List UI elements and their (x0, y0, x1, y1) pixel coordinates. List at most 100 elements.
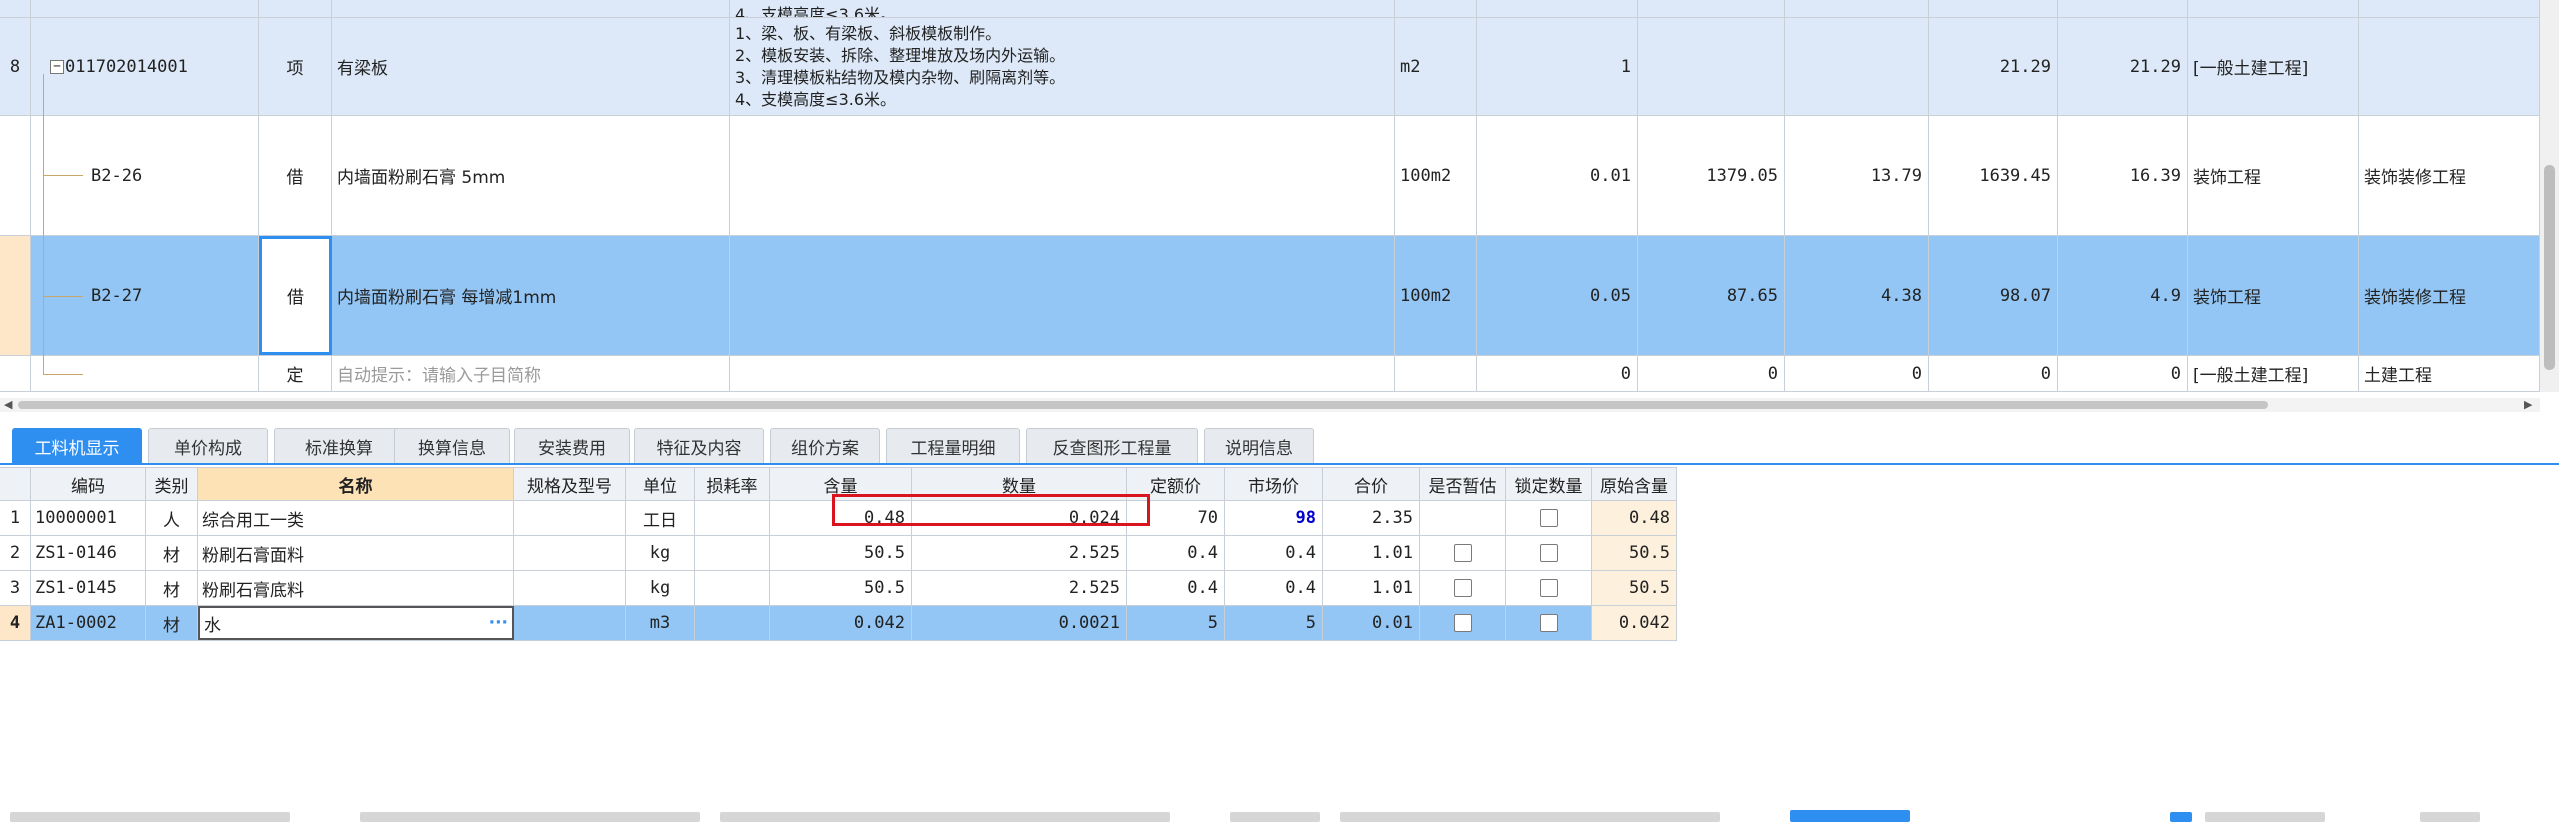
material-name[interactable]: 粉刷石膏底料 (198, 571, 514, 605)
tab-underline (0, 463, 2559, 465)
item-name[interactable]: 内墙面粉刷石膏 5mm (332, 116, 730, 235)
col-header-code[interactable]: 编码 (31, 468, 146, 500)
table-row-selected[interactable]: 4 ZA1-0002 材 水 ··· m3 0.042 0.0021 5 5 0… (0, 606, 1677, 641)
item-description[interactable] (730, 116, 1395, 235)
material-name-editor[interactable]: 水 ··· (198, 606, 514, 640)
tab-labor-material[interactable]: 工料机显示 (12, 428, 142, 464)
material-quantity[interactable]: 2.525 (912, 536, 1127, 570)
lock-quantity-checkbox[interactable] (1539, 509, 1558, 527)
material-quantity[interactable]: 0.0021 (912, 606, 1127, 640)
material-unit: kg (626, 571, 695, 605)
material-market-price[interactable]: 0.4 (1225, 536, 1323, 570)
tab-pricing-scheme[interactable]: 组价方案 (770, 428, 880, 464)
item-description[interactable]: 1、梁、板、有梁板、斜板模板制作。 2、模板安装、拆除、整理堆放及场内外运输。 … (730, 18, 1395, 115)
material-original-content: 50.5 (1592, 571, 1677, 605)
vertical-scrollbar[interactable] (2540, 0, 2559, 392)
item-quantity[interactable]: 0.01 (1477, 116, 1638, 235)
provisional-checkbox[interactable] (1453, 579, 1472, 597)
horizontal-scrollbar-thumb[interactable] (18, 401, 2268, 409)
material-loss[interactable] (695, 606, 770, 640)
item-quantity[interactable]: 0 (1477, 356, 1638, 391)
item-unit-price: 1639.45 (1929, 116, 2058, 235)
tab-quantity-details[interactable]: 工程量明细 (886, 428, 1020, 464)
material-loss[interactable] (695, 536, 770, 570)
material-loss[interactable] (695, 571, 770, 605)
item-category[interactable]: [一般土建工程] (2188, 356, 2359, 391)
item-price: 1379.05 (1638, 116, 1785, 235)
scroll-right-icon[interactable]: ▶ (2524, 398, 2532, 411)
item-major[interactable]: 土建工程 (2359, 356, 2540, 391)
tab-description-info[interactable]: 说明信息 (1204, 428, 1314, 464)
material-market-price[interactable]: 5 (1225, 606, 1323, 640)
tab-unit-price[interactable]: 单价构成 (148, 428, 268, 464)
item-major[interactable] (2359, 18, 2540, 115)
scroll-left-icon[interactable]: ◀ (4, 398, 12, 411)
material-market-price[interactable]: 0.4 (1225, 571, 1323, 605)
material-code[interactable]: ZS1-0146 (31, 536, 146, 570)
col-header-spec[interactable]: 规格及型号 (514, 468, 626, 500)
material-spec[interactable] (514, 606, 626, 640)
item-category[interactable]: 装饰工程 (2188, 116, 2359, 235)
item-major[interactable]: 装饰装修工程 (2359, 236, 2540, 355)
item-description[interactable] (730, 236, 1395, 355)
provisional-checkbox[interactable] (1453, 614, 1472, 632)
col-header-unit[interactable]: 单位 (626, 468, 695, 500)
item-name[interactable]: 内墙面粉刷石膏 每增减1mm (332, 236, 730, 355)
col-header-category[interactable]: 类别 (146, 468, 198, 500)
col-header-loss-rate[interactable]: 损耗率 (695, 468, 770, 500)
material-spec[interactable] (514, 571, 626, 605)
lock-quantity-checkbox[interactable] (1539, 614, 1558, 632)
item-category[interactable]: 装饰工程 (2188, 236, 2359, 355)
table-row[interactable]: 3 ZS1-0145 材 粉刷石膏底料 kg 50.5 2.525 0.4 0.… (0, 571, 1677, 606)
item-price: 0 (1638, 356, 1785, 391)
col-header-name[interactable]: 名称 (198, 468, 514, 500)
item-quantity[interactable]: 0.05 (1477, 236, 1638, 355)
table-row[interactable]: 8 − 011702014001 项 有梁板 1、梁、板、有梁板、斜板模板制作。… (0, 18, 2540, 116)
material-name[interactable]: 综合用工一类 (198, 501, 514, 535)
item-major[interactable]: 装饰装修工程 (2359, 116, 2540, 235)
tab-install-fee[interactable]: 安装费用 (514, 428, 630, 464)
material-code[interactable]: ZA1-0002 (31, 606, 146, 640)
col-header-locked[interactable]: 锁定数量 (1506, 468, 1592, 500)
table-row[interactable]: B2-26 借 内墙面粉刷石膏 5mm 100m2 0.01 1379.05 1… (0, 116, 2540, 236)
tab-features[interactable]: 特征及内容 (634, 428, 764, 464)
lock-quantity-checkbox[interactable] (1539, 544, 1558, 562)
table-row[interactable]: 2 ZS1-0146 材 粉刷石膏面料 kg 50.5 2.525 0.4 0.… (0, 536, 1677, 571)
col-header-total[interactable]: 合价 (1323, 468, 1420, 500)
collapse-icon[interactable]: − (50, 60, 64, 74)
horizontal-scrollbar[interactable]: ◀ ▶ (0, 398, 2540, 412)
col-header-provisional[interactable]: 是否暂估 (1420, 468, 1506, 500)
col-header-original-content[interactable]: 原始含量 (1592, 468, 1677, 500)
item-unit: 100m2 (1395, 116, 1477, 235)
item-type-editing[interactable]: 借 (259, 236, 332, 355)
table-row-selected[interactable]: B2-27 借 内墙面粉刷石膏 每增减1mm 100m2 0.05 87.65 … (0, 236, 2540, 356)
material-code[interactable]: 10000001 (31, 501, 146, 535)
material-name[interactable]: 粉刷石膏面料 (198, 536, 514, 570)
material-loss[interactable] (695, 501, 770, 535)
item-description[interactable] (730, 356, 1395, 391)
tab-standard-conversion[interactable]: 标准换算 (274, 428, 404, 464)
vertical-scrollbar-thumb[interactable] (2544, 165, 2555, 370)
item-quantity[interactable]: 1 (1477, 18, 1638, 115)
item-category[interactable]: [一般土建工程] (2188, 18, 2359, 115)
lock-quantity-checkbox[interactable] (1539, 579, 1558, 597)
table-row-new[interactable]: 定 自动提示：请输入子目简称 0 0 0 0 0 [一般土建工程] 土建工程 (0, 356, 2540, 392)
material-code[interactable]: ZS1-0145 (31, 571, 146, 605)
material-content[interactable]: 50.5 (770, 571, 912, 605)
item-name[interactable]: 有梁板 (332, 18, 730, 115)
material-spec[interactable] (514, 536, 626, 570)
ellipsis-button[interactable]: ··· (489, 613, 508, 633)
tab-reverse-graphics[interactable]: 反查图形工程量 (1026, 428, 1198, 464)
material-name[interactable]: 水 (204, 611, 221, 636)
material-spec[interactable] (514, 501, 626, 535)
provisional-checkbox[interactable] (1453, 544, 1472, 562)
item-code[interactable]: − 011702014001 (31, 18, 259, 115)
material-content[interactable]: 0.042 (770, 606, 912, 640)
material-quantity[interactable]: 2.525 (912, 571, 1127, 605)
col-header-market-price[interactable]: 市场价 (1225, 468, 1323, 500)
material-market-price[interactable]: 98 (1225, 501, 1323, 535)
material-content[interactable]: 50.5 (770, 536, 912, 570)
item-name-hint[interactable]: 自动提示：请输入子目简称 (332, 356, 730, 391)
tab-conversion-info[interactable]: 换算信息 (394, 428, 510, 464)
status-button[interactable] (1790, 810, 1910, 822)
